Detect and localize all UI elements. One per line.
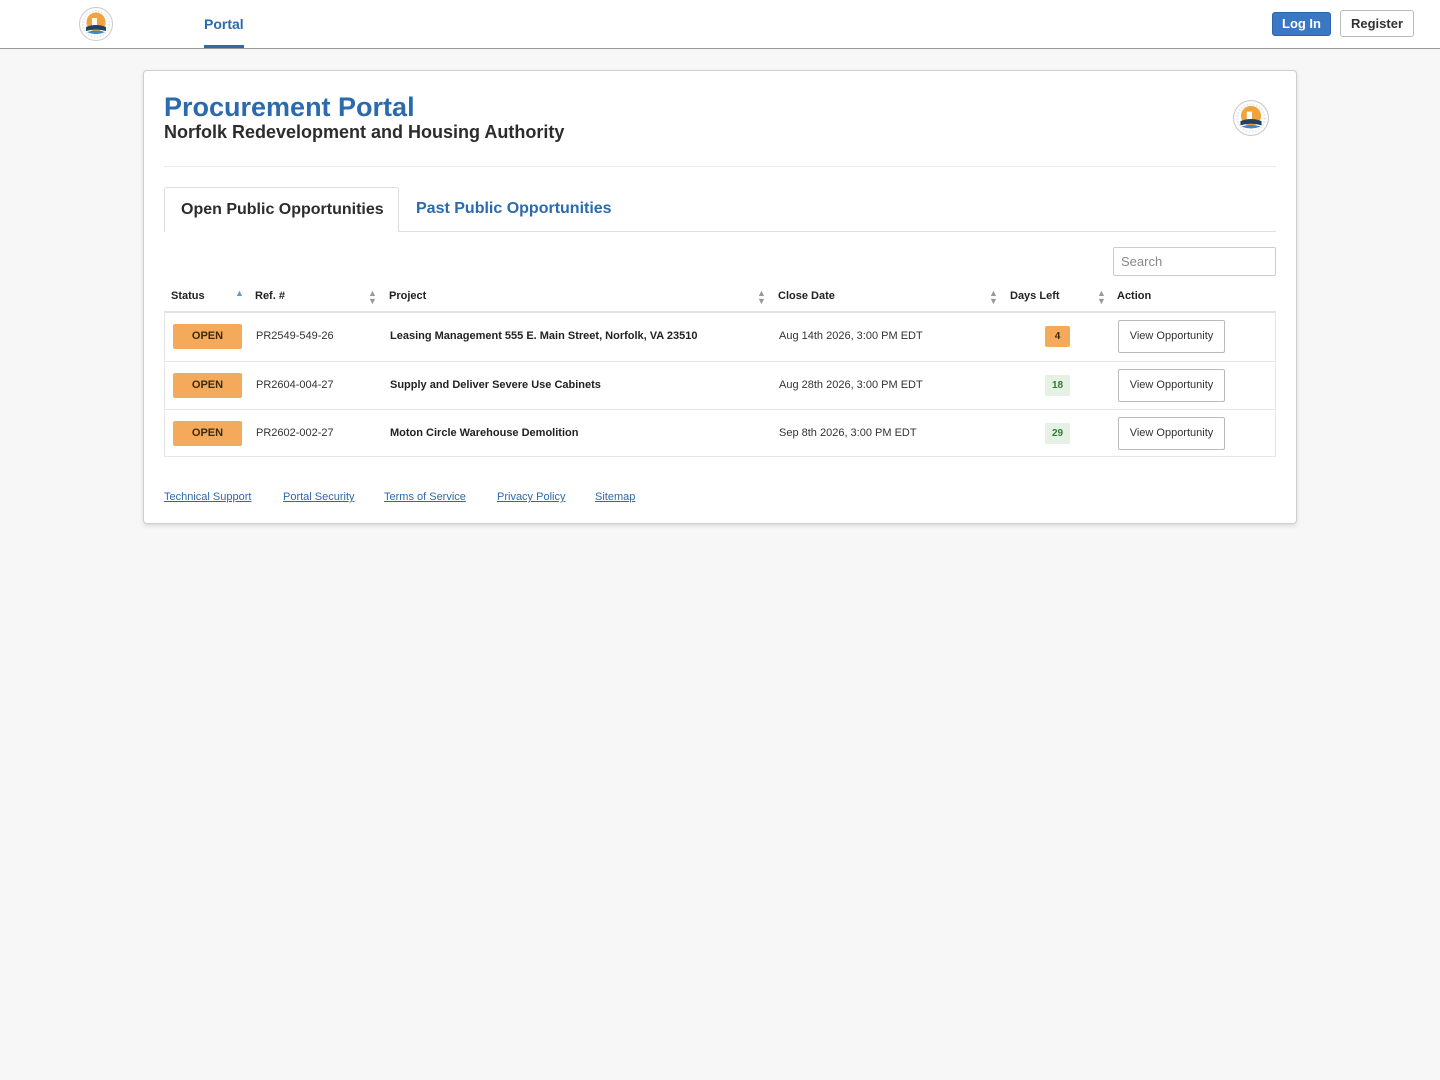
tab-past-opportunities[interactable]: Past Public Opportunities [400,187,628,232]
table-header: Status ▲▼ Ref. # ▲▼ Project ▲▼ Close Dat… [164,285,1276,313]
column-header-action: Action [1117,290,1152,302]
days-left-badge: 29 [1045,423,1070,444]
column-header-status[interactable]: Status [171,285,205,311]
footer-link-sitemap[interactable]: Sitemap [595,491,635,503]
close-date: Aug 28th 2026, 3:00 PM EDT [779,379,923,391]
table-body: OPEN PR2549-549-26 Leasing Management 55… [164,313,1276,457]
table-row: OPEN PR2602-002-27 Moton Circle Warehous… [165,409,1275,457]
nrha-logo-icon[interactable] [78,6,114,42]
sort-icon[interactable]: ▲ ▼ [1097,289,1106,306]
status-badge: OPEN [173,373,242,398]
ref-number: PR2602-002-27 [256,427,334,439]
opportunity-tabs: Open Public Opportunities Past Public Op… [164,187,1276,232]
project-name: Leasing Management 555 E. Main Street, N… [390,330,698,342]
days-left-badge: 18 [1045,375,1070,396]
sort-icon[interactable]: ▲ ▼ [757,289,766,306]
opportunities-table: Status ▲▼ Ref. # ▲▼ Project ▲▼ Close Dat… [164,285,1276,457]
page-title: Procurement Portal [164,92,415,122]
close-date: Aug 14th 2026, 3:00 PM EDT [779,330,923,342]
table-row: OPEN PR2604-004-27 Supply and Deliver Se… [165,361,1275,409]
footer-link-portal-security[interactable]: Portal Security [283,491,355,503]
column-header-project[interactable]: Project [389,285,426,311]
project-name: Moton Circle Warehouse Demolition [390,427,579,439]
register-button[interactable]: Register [1340,10,1414,37]
column-header-ref[interactable]: Ref. # [255,285,285,311]
view-opportunity-button[interactable]: View Opportunity [1118,369,1225,402]
nrha-logo-icon [1233,100,1269,136]
page-subtitle: Norfolk Redevelopment and Housing Author… [164,122,565,142]
project-name: Supply and Deliver Severe Use Cabinets [390,379,601,391]
days-left-badge: 4 [1045,326,1070,347]
column-header-close-date[interactable]: Close Date [778,285,835,311]
view-opportunity-button[interactable]: View Opportunity [1118,320,1225,353]
tab-open-opportunities[interactable]: Open Public Opportunities [164,187,399,232]
footer-link-privacy-policy[interactable]: Privacy Policy [497,491,565,503]
sort-icon[interactable]: ▲ ▼ [368,289,377,306]
sort-icon[interactable]: ▲ ▼ [989,289,998,306]
search-input[interactable] [1113,247,1276,276]
ref-number: PR2604-004-27 [256,379,334,391]
sort-asc-icon[interactable]: ▲▼ [235,289,244,305]
nav-portal-link[interactable]: Portal [204,0,244,48]
close-date: Sep 8th 2026, 3:00 PM EDT [779,427,917,439]
ref-number: PR2549-549-26 [256,330,334,342]
procurement-card: Procurement Portal Norfolk Redevelopment… [143,70,1297,524]
login-button[interactable]: Log In [1272,12,1331,36]
header-divider [164,166,1276,167]
table-row: OPEN PR2549-549-26 Leasing Management 55… [165,313,1275,361]
top-navbar: Portal Log In Register [0,0,1440,49]
status-badge: OPEN [173,421,242,446]
footer-link-terms-of-service[interactable]: Terms of Service [384,491,466,503]
view-opportunity-button[interactable]: View Opportunity [1118,417,1225,450]
footer-link-technical-support[interactable]: Technical Support [164,491,251,503]
column-header-days-left[interactable]: Days Left [1010,285,1060,311]
status-badge: OPEN [173,324,242,349]
